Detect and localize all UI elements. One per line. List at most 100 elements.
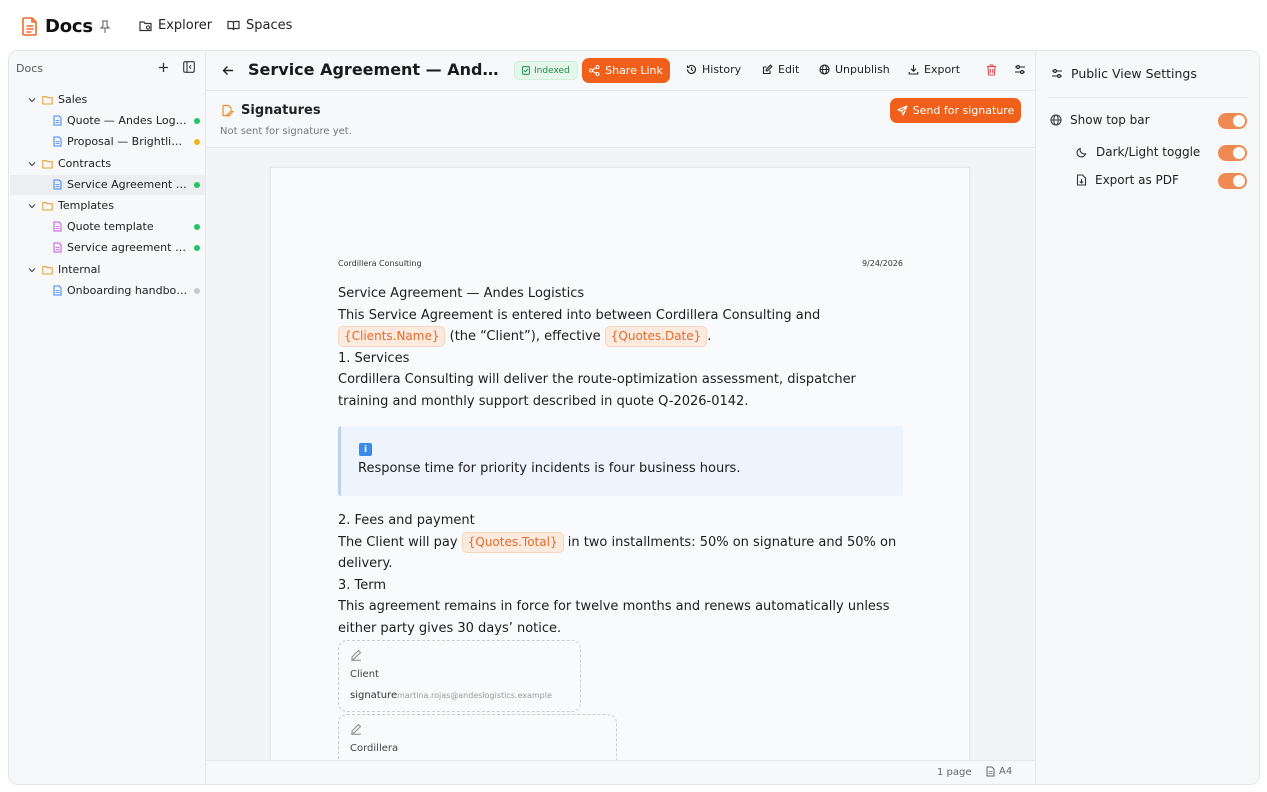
sidebar-header: Docs: [16, 62, 43, 75]
section-term-text: This agreement remains in force for twel…: [338, 599, 890, 636]
section-fees-title: 2. Fees and payment: [338, 513, 475, 528]
pen-icon: [350, 649, 362, 661]
signatures-heading: Signatures: [221, 103, 321, 118]
quotes-total-variable[interactable]: {Quotes.Total}: [461, 531, 564, 553]
export-button[interactable]: Export: [908, 63, 960, 76]
tree-item[interactable]: Quote template: [10, 217, 205, 237]
edit-icon: [762, 64, 773, 75]
chevron-down-icon[interactable]: [28, 161, 36, 167]
intro-line: This Service Agreement is entered into b…: [338, 307, 821, 323]
edit-label: Edit: [778, 63, 800, 76]
page-size[interactable]: A4: [986, 766, 1012, 777]
brand[interactable]: Docs: [22, 16, 93, 37]
export-pdf-label: Export as PDF: [1095, 173, 1179, 187]
top-bar: Docs Explorer Spaces: [0, 0, 1267, 50]
tree-item[interactable]: Onboarding handbook: [10, 281, 205, 301]
clients-name-variable[interactable]: {Clients.Name}: [338, 326, 446, 347]
client-signature-field[interactable]: Client signaturemartina.rojas@andeslogis…: [338, 640, 581, 712]
company-signature-field[interactable]: Cordillera: [338, 714, 617, 760]
fees-text-a: The Client will pay: [338, 534, 462, 550]
back-arrow-icon[interactable]: [222, 65, 234, 76]
tree-label: Templates: [58, 199, 114, 212]
document-title[interactable]: Service Agreement — Andes Logistics: [248, 60, 508, 79]
status-dot: [194, 181, 200, 188]
section-fees-text: The Client will pay {Quotes.Total} in tw…: [338, 531, 903, 575]
sidebar-toggle-icon[interactable]: [183, 61, 195, 73]
document-header: Service Agreement — Andes Logistics Inde…: [206, 51, 1035, 91]
section-term-title: 3. Term: [338, 577, 387, 593]
tree-folder[interactable]: Internal: [10, 260, 205, 280]
agreement-body[interactable]: 2. Fees and payment The Client will pay …: [338, 510, 903, 639]
folder-icon: [42, 201, 53, 211]
tree-label: Proposal — Brightline Studio: [67, 135, 188, 149]
section-services-title: 1. Services: [338, 350, 410, 366]
template-icon: [53, 242, 62, 253]
folder-icon: [42, 265, 53, 275]
app-title: Docs: [45, 16, 93, 37]
indexed-badge: Indexed: [514, 61, 578, 80]
status-bar: 1 page A4: [206, 760, 1035, 784]
plus-icon[interactable]: [158, 62, 169, 73]
page-count: 1 page: [937, 767, 972, 778]
document-canvas[interactable]: Cordillera Consulting 9/24/2026 Service …: [206, 149, 1035, 760]
document-icon: [53, 179, 62, 190]
trash-icon[interactable]: [986, 64, 997, 76]
tree-label: Onboarding handbook: [67, 283, 188, 297]
signatures-title: Signatures: [241, 103, 321, 118]
history-icon: [686, 64, 697, 75]
document-icon: [22, 17, 38, 36]
status-dot: [194, 139, 200, 146]
panel-header: Public View Settings: [1051, 66, 1197, 81]
chevron-down-icon[interactable]: [28, 267, 36, 273]
tree-item[interactable]: Service Agreement — Andes Logistics: [10, 174, 205, 195]
signature-word: signature: [350, 690, 398, 701]
company-name: Cordillera Consulting: [338, 259, 422, 268]
agreement-intro[interactable]: Service Agreement — Andes Logistics This…: [338, 283, 903, 412]
toggle-knob: [1233, 175, 1245, 187]
dark-light-toggle-switch[interactable]: [1218, 145, 1247, 161]
globe-icon: [819, 64, 830, 75]
tree-label: Sales: [58, 93, 88, 106]
status-dot: [194, 245, 200, 252]
export-label: Export: [924, 63, 961, 76]
settings-sliders-icon[interactable]: [1014, 64, 1026, 75]
tree-item[interactable]: Quote — Andes Logistics: [10, 111, 205, 131]
history-button[interactable]: History: [686, 63, 741, 76]
edit-button[interactable]: Edit: [762, 63, 799, 76]
unpublish-button[interactable]: Unpublish: [819, 63, 890, 76]
send-icon: [897, 105, 908, 116]
tree-item[interactable]: Proposal — Brightline Studio: [10, 132, 205, 152]
export-pdf-toggle[interactable]: [1218, 173, 1247, 189]
history-label: History: [702, 63, 742, 76]
panel-divider: [1048, 97, 1248, 98]
nav-spaces[interactable]: Spaces: [227, 18, 292, 33]
share-link-button[interactable]: Share Link: [582, 58, 670, 83]
status-dot: [194, 287, 200, 294]
dark-light-toggle-label: Dark/Light toggle: [1096, 145, 1201, 159]
workspace-frame: Docs Sales Quote — Andes Logistics Proposa…: [8, 50, 1260, 785]
document-icon: [53, 115, 62, 126]
chevron-down-icon[interactable]: [28, 97, 36, 103]
document-page[interactable]: Cordillera Consulting 9/24/2026 Service …: [270, 167, 970, 760]
tree-item[interactable]: Service agreement template: [10, 238, 205, 258]
nav-explorer[interactable]: Explorer: [139, 18, 212, 33]
pin-icon[interactable]: [99, 20, 111, 34]
tree-folder[interactable]: Templates: [10, 196, 205, 216]
info-callout[interactable]: i Response time for priority incidents i…: [338, 426, 903, 496]
show-top-bar-toggle[interactable]: [1218, 113, 1247, 129]
globe-icon: [1050, 114, 1062, 126]
send-for-signature-button[interactable]: Send for signature: [890, 98, 1021, 123]
toggle-knob: [1233, 147, 1245, 159]
folder-search-icon: [139, 20, 152, 32]
document-icon: [53, 285, 62, 296]
download-icon: [908, 64, 919, 75]
tree-folder[interactable]: Contracts: [10, 154, 205, 174]
page-size-icon: [986, 766, 995, 777]
send-for-signature-label: Send for signature: [912, 104, 1015, 117]
page-header: Cordillera Consulting 9/24/2026: [338, 259, 903, 268]
tree-folder[interactable]: Sales: [10, 90, 205, 110]
quotes-date-variable[interactable]: {Quotes.Date}: [604, 326, 708, 347]
signature-edit-icon: [221, 104, 234, 117]
page-size-label: A4: [999, 766, 1013, 777]
chevron-down-icon[interactable]: [28, 203, 36, 209]
